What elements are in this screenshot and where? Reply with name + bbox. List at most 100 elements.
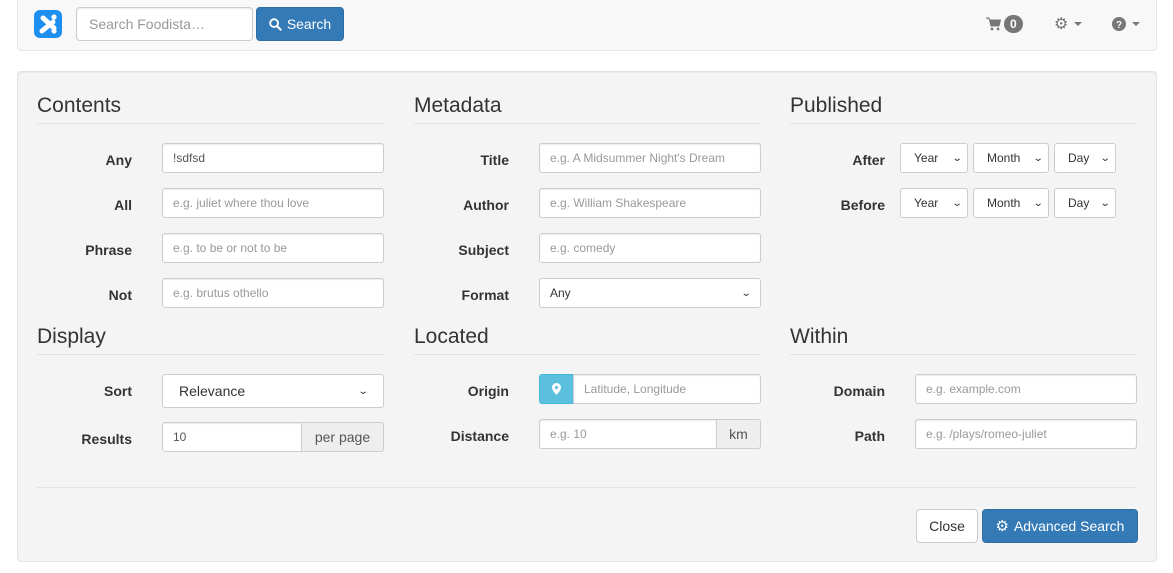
domain-input[interactable] <box>915 374 1137 404</box>
within-section: Within Domain Path <box>790 326 1137 449</box>
sort-select[interactable]: Relevance ⌄ <box>162 374 384 408</box>
chevron-down-icon: ⌄ <box>1099 197 1111 209</box>
per-page-addon: per page <box>302 422 384 452</box>
km-addon: km <box>717 419 761 449</box>
not-input[interactable] <box>162 278 384 308</box>
after-day-select[interactable]: Day ⌄ <box>1054 143 1116 173</box>
phrase-row: Phrase <box>37 233 384 263</box>
display-section: Display Sort Relevance ⌄ Results per page <box>37 326 384 452</box>
any-row: Any <box>37 143 384 173</box>
year-value: Year <box>914 151 939 165</box>
section-title: Located <box>414 326 761 355</box>
before-year-select[interactable]: Year ⌄ <box>900 188 968 218</box>
section-title: Contents <box>37 95 384 124</box>
svg-text:?: ? <box>1116 20 1122 31</box>
chevron-down-icon: ⌄ <box>1099 152 1111 164</box>
navbar: Search 0 ⚙ ? <box>17 0 1157 51</box>
title-input[interactable] <box>539 143 761 173</box>
results-input[interactable] <box>162 422 302 452</box>
located-section: Located Origin Distance km <box>414 326 761 449</box>
before-month-select[interactable]: Month ⌄ <box>973 188 1049 218</box>
distance-input[interactable] <box>539 419 717 449</box>
author-label: Author <box>463 197 509 213</box>
after-month-select[interactable]: Month ⌄ <box>973 143 1049 173</box>
sort-row: Sort Relevance ⌄ <box>37 374 384 408</box>
month-value: Month <box>987 151 1021 165</box>
distance-row: Distance km <box>414 419 761 449</box>
not-label: Not <box>108 287 132 303</box>
search-icon <box>269 17 282 31</box>
after-year-select[interactable]: Year ⌄ <box>900 143 968 173</box>
site-search-button[interactable]: Search <box>256 7 344 41</box>
map-marker-icon <box>552 383 561 395</box>
before-row: Before Year ⌄ Month ⌄ Day ⌄ <box>790 188 1137 218</box>
site-search-input[interactable] <box>76 7 253 41</box>
subject-input[interactable] <box>539 233 761 263</box>
settings-dropdown[interactable]: ⚙ <box>1054 0 1083 49</box>
close-button[interactable]: Close <box>916 509 978 543</box>
contents-section: Contents Any All Phrase Not <box>37 95 384 308</box>
subject-row: Subject <box>414 233 761 263</box>
chevron-down-icon: ⌄ <box>951 197 963 209</box>
results-row: Results per page <box>37 422 384 452</box>
section-title: Published <box>790 95 1137 124</box>
results-label: Results <box>81 431 132 447</box>
published-section: Published After Year ⌄ Month ⌄ Day ⌄ Before… <box>790 95 1137 218</box>
advanced-search-label: Advanced Search <box>1013 518 1125 534</box>
after-row: After Year ⌄ Month ⌄ Day ⌄ <box>790 143 1137 173</box>
cart-button[interactable]: 0 <box>986 0 1023 49</box>
path-label: Path <box>854 428 885 444</box>
day-value: Day <box>1068 196 1090 210</box>
format-label: Format <box>461 287 509 303</box>
not-row: Not <box>37 278 384 308</box>
phrase-input[interactable] <box>162 233 384 263</box>
sort-value: Relevance <box>179 383 246 399</box>
locate-button[interactable] <box>539 374 573 404</box>
question-circle-icon: ? <box>1112 17 1126 31</box>
section-title: Within <box>790 326 1137 355</box>
gear-icon: ⚙ <box>1054 16 1069 33</box>
caret-down-icon <box>1132 22 1140 26</box>
format-select[interactable]: Any ⌄ <box>539 278 761 308</box>
section-title: Display <box>37 326 384 355</box>
format-value: Any <box>550 286 571 300</box>
any-input[interactable] <box>162 143 384 173</box>
cart-count-badge: 0 <box>1004 15 1023 33</box>
title-label: Title <box>480 152 509 168</box>
origin-row: Origin <box>414 374 761 404</box>
author-input[interactable] <box>539 188 761 218</box>
distance-label: Distance <box>450 428 509 444</box>
before-label: Before <box>840 197 885 213</box>
cart-icon <box>986 17 1001 31</box>
phrase-label: Phrase <box>85 242 132 258</box>
origin-input[interactable] <box>573 374 761 404</box>
domain-label: Domain <box>833 383 885 399</box>
subject-label: Subject <box>458 242 509 258</box>
chevron-down-icon: ⌄ <box>740 287 752 299</box>
advanced-search-panel: Contents Any All Phrase Not Metadata Tit… <box>17 71 1157 562</box>
advanced-search-button[interactable]: ⚙ Advanced Search <box>982 509 1138 543</box>
all-label: All <box>114 197 132 213</box>
chevron-down-icon: ⌄ <box>951 152 963 164</box>
year-value: Year <box>914 196 939 210</box>
chevron-down-icon: ⌄ <box>1032 197 1044 209</box>
help-dropdown[interactable]: ? <box>1112 0 1140 49</box>
title-row: Title <box>414 143 761 173</box>
month-value: Month <box>987 196 1021 210</box>
chevron-down-icon: ⌄ <box>1032 152 1044 164</box>
path-input[interactable] <box>915 419 1137 449</box>
before-day-select[interactable]: Day ⌄ <box>1054 188 1116 218</box>
caret-down-icon <box>1074 22 1083 26</box>
section-title: Metadata <box>414 95 761 124</box>
footer-divider <box>36 487 1136 488</box>
search-button-label: Search <box>286 16 332 32</box>
path-row: Path <box>790 419 1137 449</box>
origin-label: Origin <box>467 383 509 399</box>
format-row: Format Any ⌄ <box>414 278 761 308</box>
all-input[interactable] <box>162 188 384 218</box>
sort-label: Sort <box>104 383 132 399</box>
gear-icon: ⚙ <box>995 518 1009 535</box>
metadata-section: Metadata Title Author Subject Format Any… <box>414 95 761 308</box>
domain-row: Domain <box>790 374 1137 404</box>
app-logo-icon[interactable] <box>34 10 62 38</box>
